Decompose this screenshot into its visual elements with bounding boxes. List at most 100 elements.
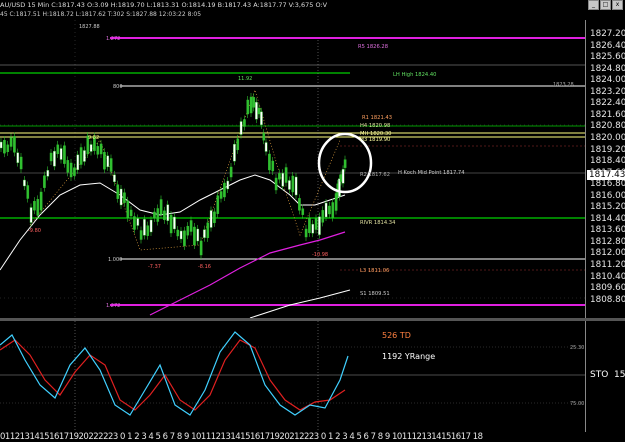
price-chart[interactable]: R5 1826.28 LH High 1824.40 1823.28 R1 18…	[0, 20, 585, 318]
fib-1000: 1.000	[108, 257, 122, 263]
candle-body	[39, 191, 43, 211]
candle-body	[79, 147, 83, 165]
candle-body	[43, 175, 46, 188]
candle-body	[223, 182, 226, 198]
price-tick-label: 1820.80	[590, 121, 625, 132]
candle-body	[53, 150, 56, 167]
swing-high-label: 11.92	[238, 76, 252, 82]
candle-body	[96, 146, 100, 155]
price-tick-label: 1814.40	[590, 213, 625, 224]
sto-value: 15.	[614, 370, 625, 380]
candle-body	[63, 145, 66, 164]
price-tick-label: 1808.80	[590, 294, 625, 305]
price-tick-label: 1823.20	[590, 86, 625, 97]
candle-body	[136, 218, 140, 226]
candle-body	[334, 193, 338, 211]
level-s1: S1 1809.51	[360, 291, 390, 297]
candle-body	[109, 158, 113, 172]
level-l3: L3 1811.06	[360, 268, 389, 274]
candle-body	[294, 176, 298, 196]
candle-body	[19, 156, 23, 170]
candle-body	[304, 228, 308, 238]
candle-body	[308, 217, 311, 234]
candle-body	[216, 195, 220, 214]
candle-body	[169, 214, 173, 234]
fib-800: 800	[113, 84, 123, 90]
vline-label: 1827.88	[79, 24, 100, 30]
candle-body	[149, 219, 153, 233]
candle-body	[129, 209, 133, 217]
candle-body	[274, 177, 278, 191]
candle-body	[321, 210, 325, 223]
candle-body	[219, 191, 223, 199]
candle-body	[173, 216, 176, 230]
candle-body	[249, 96, 253, 114]
price-tick-label: 1816.80	[590, 179, 625, 190]
candle-body	[226, 180, 230, 190]
candle-body	[257, 107, 261, 115]
candle-body	[119, 188, 123, 206]
level-r5: R5 1826.28	[358, 44, 388, 50]
window-controls: _ □ x	[588, 0, 623, 10]
info-header: 45 C:1817.51 H:1818.72 L:1817.62 T:302 S…	[0, 11, 202, 18]
candle-body	[73, 167, 76, 176]
price-tick-label: 1822.40	[590, 98, 625, 109]
candle-body	[252, 97, 256, 108]
price-tick-label: 1816.00	[590, 190, 625, 201]
level-mid: H Koch Mid Point 1817.74	[398, 170, 465, 176]
candle-body	[3, 139, 6, 154]
candle-body	[139, 230, 143, 240]
price-tick-label: 1809.60	[590, 283, 625, 294]
candle-body	[56, 144, 60, 155]
stochastic-indicator[interactable]: 25.30 75.00	[0, 321, 585, 432]
candle-body	[331, 202, 335, 218]
price-tick-label: 1815.20	[590, 202, 625, 213]
candle-body	[103, 151, 106, 170]
minimize-button[interactable]: _	[588, 0, 599, 10]
price-tick-label: 1813.60	[590, 225, 625, 236]
fib-272-top: 1.272	[106, 36, 120, 42]
close-button[interactable]: x	[612, 0, 623, 10]
candle-body	[46, 170, 50, 177]
candle-body	[33, 200, 36, 211]
candle-body	[271, 160, 275, 172]
candle-body	[229, 166, 233, 178]
price-tick-label: 1825.60	[590, 52, 625, 63]
time-axis[interactable]: 011213141516171920222223 0 1 2 3 4 5 6 7…	[0, 432, 585, 442]
candle-body	[255, 101, 258, 120]
candle-body	[0, 141, 3, 149]
candle-body	[199, 240, 203, 256]
candle-body	[163, 210, 166, 221]
price-tick-label: 1812.00	[590, 248, 625, 259]
candle-body	[133, 216, 136, 230]
candle-body	[324, 202, 328, 218]
candle-body	[26, 185, 30, 199]
candle-body	[193, 226, 196, 246]
price-tick-label: 1812.80	[590, 236, 625, 247]
candle-body	[146, 225, 150, 236]
candle-body	[196, 228, 200, 242]
price-tick-label: 1824.00	[590, 75, 625, 86]
candle-body	[106, 155, 110, 168]
candle-body	[209, 210, 213, 228]
candle-body	[113, 174, 116, 183]
candle-body	[166, 204, 170, 221]
price-tick-label: 1826.40	[590, 40, 625, 51]
price-tick-label: 1827.20	[590, 29, 625, 39]
price-tick-label: 1819.20	[590, 144, 625, 155]
candle-body	[318, 216, 321, 235]
price-tick-label: 1821.60	[590, 109, 625, 120]
current-price-label: 1817.43	[587, 170, 625, 180]
maximize-button[interactable]: □	[600, 0, 611, 10]
candle-body	[311, 223, 315, 234]
candle-body	[49, 152, 53, 162]
price-tick-label: 1818.40	[590, 156, 625, 167]
candle-body	[186, 225, 190, 236]
candle-body	[268, 153, 271, 171]
candle-body	[176, 229, 180, 237]
sto-name: STO	[590, 370, 609, 380]
level-h3: H3 1819.90	[360, 137, 390, 143]
candle-body	[328, 205, 331, 215]
candle-body	[281, 172, 285, 187]
candle-body	[59, 148, 63, 160]
